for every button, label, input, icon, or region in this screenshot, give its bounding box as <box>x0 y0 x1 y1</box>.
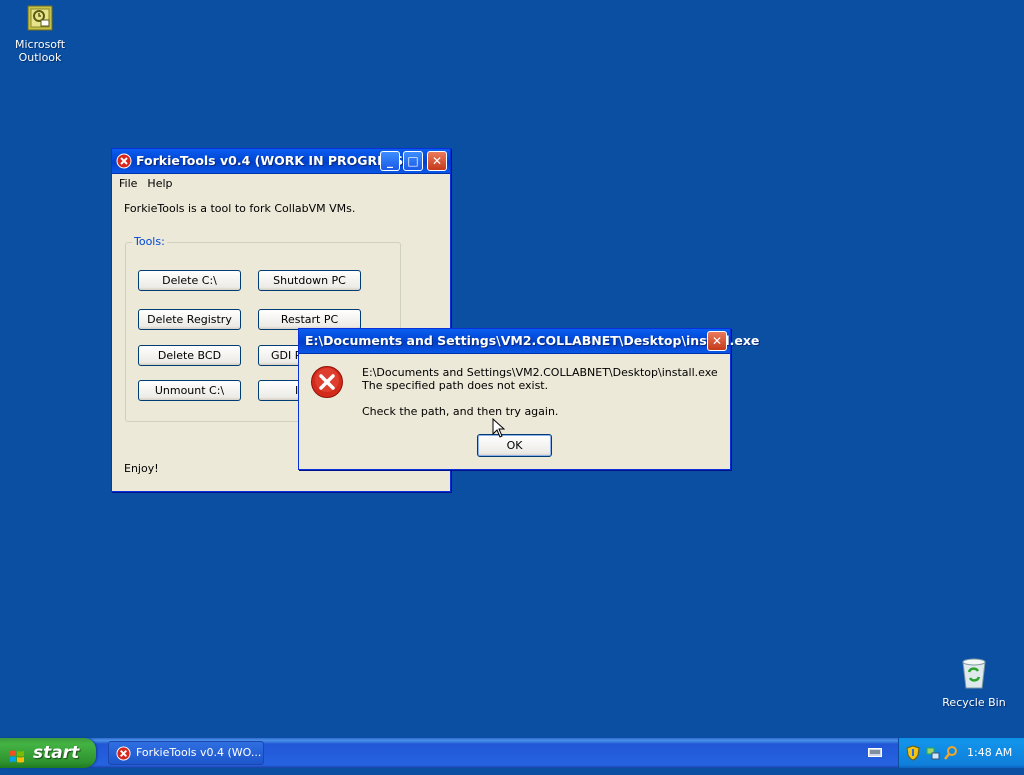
menu-help[interactable]: Help <box>142 174 177 194</box>
close-icon: ✕ <box>711 334 723 348</box>
dialog-title: E:\Documents and Settings\VM2.COLLABNET\… <box>305 333 760 348</box>
description-text: ForkieTools is a tool to fork CollabVM V… <box>124 202 356 215</box>
error-message-text: The specified path does not exist. <box>362 379 549 392</box>
desktop-icon-label: Outlook <box>18 51 62 64</box>
desktop-icon-label: Microsoft <box>14 38 66 51</box>
desktop-icon-outlook[interactable]: Microsoft Outlook <box>0 4 80 64</box>
desktop-icon-label: Recycle Bin <box>942 696 1006 709</box>
error-dialog: E:\Documents and Settings\VM2.COLLABNET\… <box>298 328 759 470</box>
clock[interactable]: 1:48 AM <box>967 738 1012 768</box>
shutdown-pc-button[interactable]: Shutdown PC <box>258 270 361 291</box>
minimize-icon: _ <box>387 154 393 168</box>
taskbar: start ForkieTools v0.4 (WO... 1:48 AM <box>0 738 1024 768</box>
maximize-button[interactable]: □ <box>403 151 423 171</box>
restart-pc-button[interactable]: Restart PC <box>258 309 361 330</box>
system-tray: 1:48 AM <box>898 738 1024 768</box>
dialog-close-button[interactable]: ✕ <box>707 331 727 351</box>
start-button[interactable]: start <box>0 738 96 768</box>
taskbar-item-forkietools[interactable]: ForkieTools v0.4 (WO... <box>108 741 264 765</box>
windows-flag-icon <box>9 745 25 763</box>
error-hint-text: Check the path, and then try again. <box>362 405 559 418</box>
search-icon[interactable] <box>943 745 959 761</box>
security-shield-icon[interactable] <box>905 745 921 761</box>
keyboard-icon[interactable] <box>868 746 882 761</box>
window-title: ForkieTools v0.4 (WORK IN PROGRESS) <box>136 153 409 168</box>
network-icon[interactable] <box>925 745 941 761</box>
start-label: start <box>33 743 80 763</box>
footer-text: Enjoy! <box>124 462 159 475</box>
tools-group-label: Tools: <box>132 235 167 248</box>
recycle-bin-icon <box>934 656 1014 693</box>
close-button[interactable]: ✕ <box>427 151 447 171</box>
forkietools-titlebar[interactable]: ForkieTools v0.4 (WORK IN PROGRESS) _ □ … <box>112 149 450 174</box>
outlook-icon <box>0 4 80 35</box>
menu-bar: File Help <box>112 174 450 194</box>
delete-c-button[interactable]: Delete C:\ <box>138 270 241 291</box>
maximize-icon: □ <box>407 154 419 168</box>
delete-bcd-button[interactable]: Delete BCD <box>138 345 241 366</box>
error-path-text: E:\Documents and Settings\VM2.COLLABNET\… <box>362 366 718 379</box>
taskbar-item-label: ForkieTools v0.4 (WO... <box>136 746 262 759</box>
error-icon <box>310 365 344 402</box>
minimize-button[interactable]: _ <box>380 151 400 171</box>
ok-button[interactable]: OK <box>477 434 552 457</box>
unmount-c-button[interactable]: Unmount C:\ <box>138 380 241 401</box>
dialog-titlebar[interactable]: E:\Documents and Settings\VM2.COLLABNET\… <box>299 329 759 354</box>
close-icon: ✕ <box>431 154 443 168</box>
delete-registry-button[interactable]: Delete Registry <box>138 309 241 330</box>
desktop-icon-recycle-bin[interactable]: Recycle Bin <box>934 656 1014 709</box>
error-app-icon <box>116 153 132 169</box>
mouse-cursor-icon <box>492 417 506 441</box>
error-app-icon <box>116 746 131 761</box>
menu-file[interactable]: File <box>114 174 142 194</box>
